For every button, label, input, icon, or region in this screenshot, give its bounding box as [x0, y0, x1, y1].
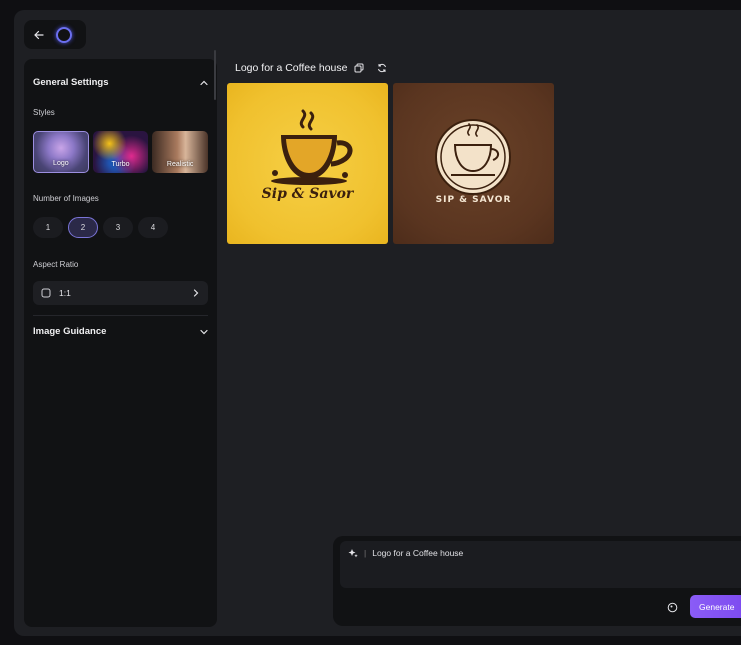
image-guidance-header[interactable]: Image Guidance [33, 326, 208, 337]
chevron-down-icon [200, 329, 208, 334]
style-card-label: Logo [53, 160, 69, 167]
back-button[interactable] [32, 28, 46, 42]
general-settings-title: General Settings [33, 77, 109, 88]
chevron-up-icon [200, 80, 208, 85]
aspect-square-icon [41, 288, 51, 298]
generated-image-2[interactable]: SIP & SAVOR [393, 83, 554, 244]
style-card-turbo[interactable]: Turbo [92, 131, 149, 173]
loading-spinner-icon [56, 26, 72, 43]
sidebar-scrollbar[interactable] [214, 50, 216, 100]
top-toolbar [24, 20, 86, 49]
prompt-input[interactable]: | Logo for a Coffee house [340, 541, 741, 588]
style-card-label: Realistic [166, 161, 194, 168]
regenerate-button[interactable] [377, 63, 387, 73]
settings-sidebar: General Settings Styles Logo Turbo Reali… [24, 59, 217, 627]
copy-button[interactable] [354, 63, 364, 73]
chevron-right-icon [193, 289, 199, 297]
divider [33, 315, 208, 316]
generated-image-1[interactable]: Sip & Savor [227, 83, 388, 244]
generation-title-row: Logo for a Coffee house [235, 62, 387, 74]
coffee-badge-icon [435, 119, 511, 195]
number-option-3[interactable]: 3 [103, 217, 133, 238]
refresh-icon [378, 63, 387, 73]
style-card-label: Turbo [111, 161, 130, 168]
number-of-images-selector: 1 2 3 4 [33, 217, 208, 238]
general-settings-header[interactable]: General Settings [33, 77, 208, 88]
number-of-images-label: Number of Images [33, 194, 99, 203]
app-window: General Settings Styles Logo Turbo Reali… [14, 10, 741, 636]
styles-label: Styles [33, 108, 55, 117]
prompt-text: Logo for a Coffee house [372, 548, 464, 558]
arrow-left-icon [34, 30, 44, 39]
style-card-logo[interactable]: Logo [33, 131, 89, 173]
style-tag-button[interactable] [667, 600, 678, 618]
logo-text: Sip & Savor [261, 186, 354, 202]
number-option-1[interactable]: 1 [33, 217, 63, 238]
logo-text: SIP & SAVOR [435, 195, 512, 205]
sparkle-icon [348, 549, 358, 558]
generate-button[interactable]: Generate [690, 595, 741, 618]
style-card-realistic[interactable]: Realistic [152, 131, 208, 173]
coffee-cup-icon [271, 109, 353, 185]
number-option-2[interactable]: 2 [68, 217, 98, 238]
aspect-ratio-label: Aspect Ratio [33, 260, 79, 269]
generation-title: Logo for a Coffee house [235, 62, 348, 74]
copy-icon [354, 63, 364, 73]
number-option-4[interactable]: 4 [138, 217, 168, 238]
aspect-ratio-value: 1:1 [59, 288, 71, 298]
style-picker: Logo Turbo Realistic [33, 131, 208, 173]
image-guidance-title: Image Guidance [33, 326, 107, 337]
tag-icon [667, 602, 678, 613]
text-caret-icon: | [364, 548, 367, 558]
prompt-panel: | Logo for a Coffee house Generate [333, 536, 741, 626]
aspect-ratio-selector[interactable]: 1:1 [33, 281, 208, 305]
